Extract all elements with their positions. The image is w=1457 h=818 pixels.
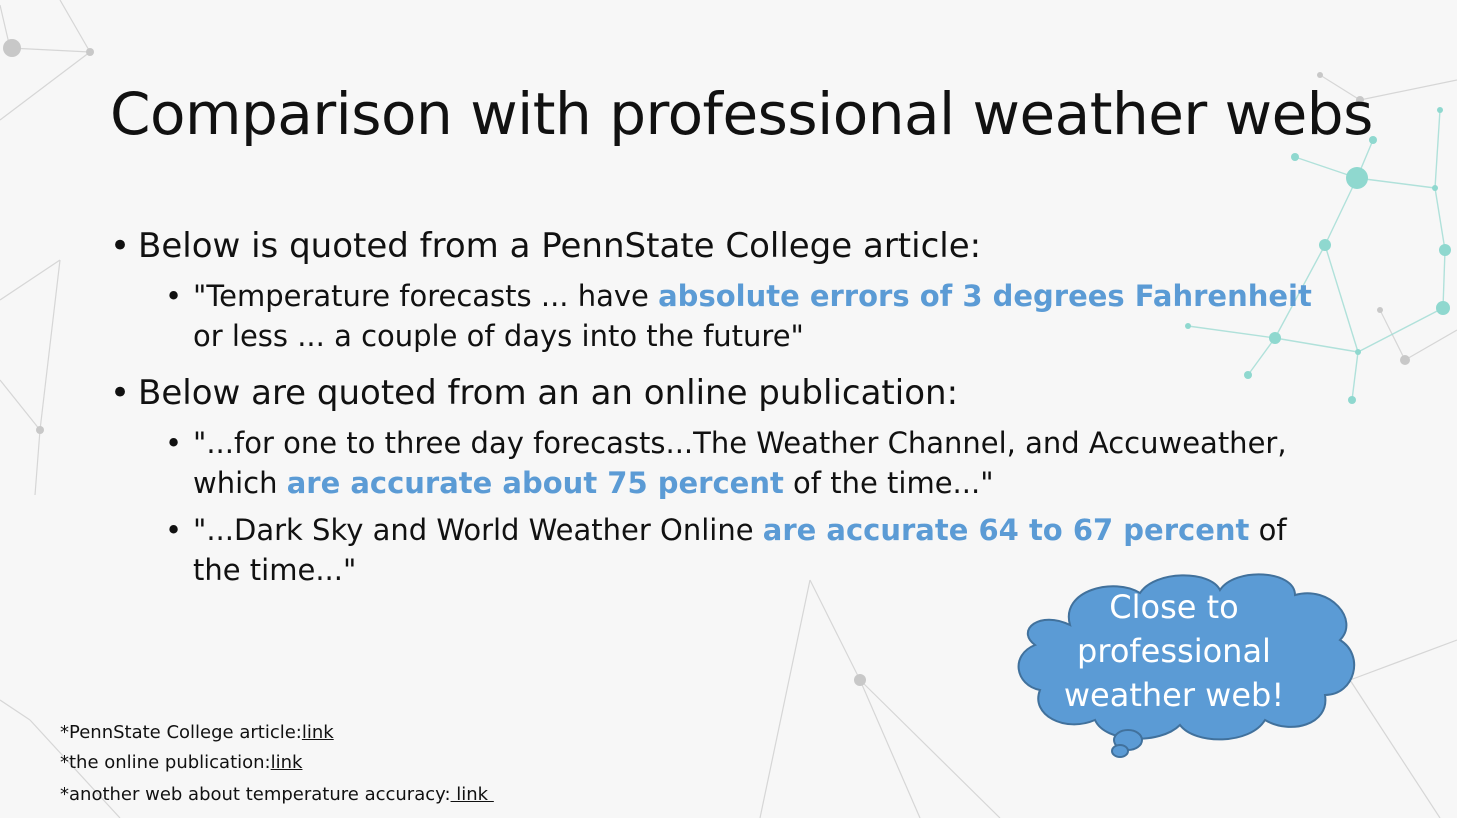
- bullet-item-2: • Below are quoted from an an online pub…: [110, 373, 958, 413]
- highlight-text: are accurate about 75 percent: [286, 466, 784, 500]
- footnote-label: *another web about temperature accuracy:: [60, 784, 451, 805]
- bullet-text: Below is quoted from a PennState College…: [138, 226, 982, 266]
- bullet-dot: •: [110, 226, 131, 266]
- footnote-3: *another web about temperature accuracy:…: [60, 784, 494, 805]
- quote-text: "Temperature forecasts ... have: [193, 279, 659, 313]
- bullet-dot: •: [165, 426, 183, 460]
- sub-bullet-item-2-1: • "...for one to three day forecasts...T…: [165, 423, 1325, 503]
- bullet-dot: •: [165, 513, 183, 547]
- footnote-label: *PennState College article:: [60, 722, 302, 743]
- highlight-text: absolute errors of 3 degrees Fahrenheit: [658, 279, 1312, 313]
- footnote-1: *PennState College article:link: [60, 722, 334, 743]
- quote-text: of the time...": [783, 466, 994, 500]
- quote-text: "...Dark Sky and World Weather Online: [193, 513, 763, 547]
- sub-bullet-item-1-1: • "Temperature forecasts ... have absolu…: [165, 276, 1325, 356]
- quote-text: or less ... a couple of days into the fu…: [193, 319, 804, 353]
- bullet-text: Below are quoted from an an online publi…: [138, 373, 959, 413]
- footnote-link[interactable]: link: [302, 722, 334, 743]
- footnote-label: *the online publication:: [60, 752, 271, 773]
- footnote-2: *the online publication:link: [60, 752, 302, 773]
- bullet-dot: •: [110, 373, 131, 413]
- bullet-dot: •: [165, 279, 183, 313]
- bullet-item-1: • Below is quoted from a PennState Colle…: [110, 226, 981, 266]
- footnote-link[interactable]: link: [451, 784, 494, 805]
- highlight-text: are accurate 64 to 67 percent: [762, 513, 1250, 547]
- footnote-link[interactable]: link: [271, 752, 303, 773]
- callout-text: Close to professional weather web!: [1063, 588, 1285, 714]
- slide-title: Comparison with professional weather web…: [110, 80, 1373, 148]
